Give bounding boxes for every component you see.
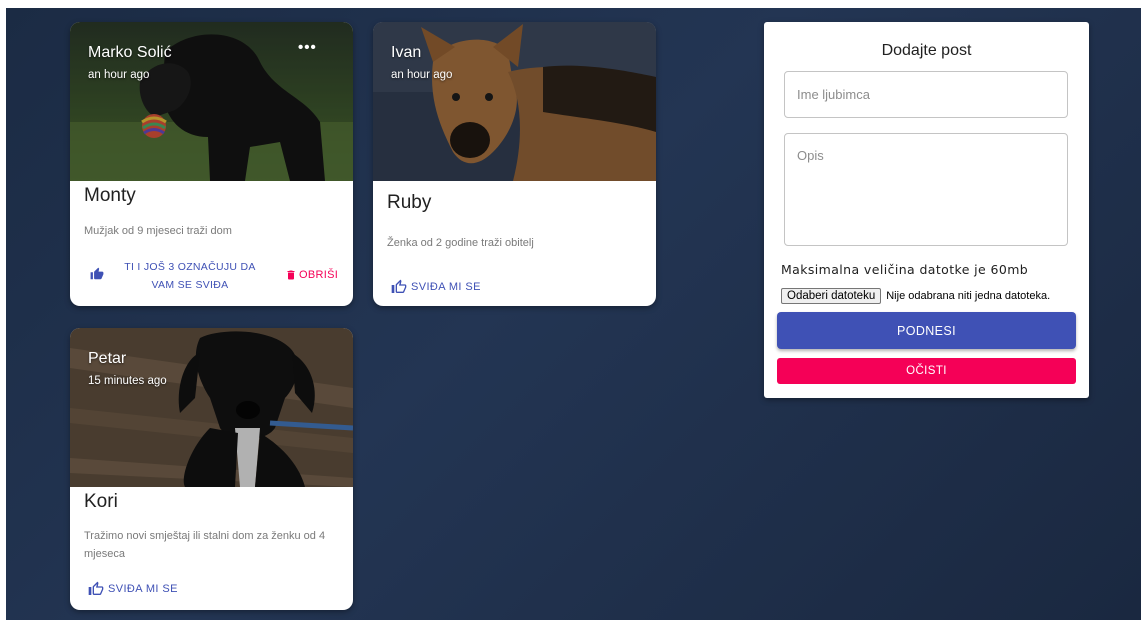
pet-description: Mužjak od 9 mjeseci traži dom xyxy=(84,225,232,237)
liked-button[interactable] xyxy=(90,267,108,281)
post-time: an hour ago xyxy=(391,69,453,81)
like-button[interactable]: SVIĐA MI SE xyxy=(88,581,178,597)
liked-by-text[interactable]: TI I JOŠ 3 OZNAČUJU DA VAM SE SVIĐA xyxy=(120,258,260,294)
post-owner-name: Ivan xyxy=(391,44,422,61)
pet-name: Ruby xyxy=(387,192,432,213)
submit-button[interactable]: PODNESI xyxy=(777,312,1076,349)
post-time: an hour ago xyxy=(88,69,150,81)
post-card-ruby: Ivan an hour ago Ruby Ženka od 2 godine … xyxy=(373,22,656,306)
post-card-monty: Marko Solić an hour ago ••• Monty Mužjak… xyxy=(70,22,353,306)
pet-name: Kori xyxy=(84,491,118,512)
pet-name-input[interactable] xyxy=(784,71,1068,118)
pet-description: Tražimo novi smještaj ili stalni dom za … xyxy=(84,530,326,560)
post-time: 15 minutes ago xyxy=(88,375,167,387)
delete-button[interactable]: OBRIŠI xyxy=(285,268,338,282)
like-label: SVIĐA MI SE xyxy=(411,281,481,293)
max-size-note: Maksimalna veličina datotke je 60mb xyxy=(781,262,1029,277)
post-owner-name: Petar xyxy=(88,350,127,367)
like-button[interactable]: SVIĐA MI SE xyxy=(391,279,481,295)
file-status-text: Nije odabrana niti jedna datoteka. xyxy=(886,290,1051,302)
post-card-kori: Petar 15 minutes ago Kori Tražimo novi s… xyxy=(70,328,353,610)
clear-button[interactable]: OČISTI xyxy=(777,358,1076,384)
thumb-up-outline-icon xyxy=(391,279,407,293)
file-input: Odaberi datoteku Nije odabrana niti jedn… xyxy=(781,288,1050,304)
more-horiz-icon[interactable]: ••• xyxy=(298,39,317,56)
description-textarea[interactable] xyxy=(784,133,1068,246)
like-label: SVIĐA MI SE xyxy=(108,583,178,595)
thumb-up-outline-icon xyxy=(88,581,104,595)
form-title: Dodajte post xyxy=(881,42,972,59)
choose-file-button[interactable]: Odaberi datoteku xyxy=(781,288,882,304)
pet-description: Ženka od 2 godine traži obitelj xyxy=(387,237,534,249)
thumb-up-filled-icon xyxy=(90,267,104,280)
pet-name: Monty xyxy=(84,185,136,206)
add-post-form: Dodajte post Maksimalna veličina datotke… xyxy=(764,22,1089,398)
post-owner-name: Marko Solić xyxy=(88,44,172,61)
delete-icon xyxy=(287,270,295,280)
delete-label: OBRIŠI xyxy=(299,269,339,281)
